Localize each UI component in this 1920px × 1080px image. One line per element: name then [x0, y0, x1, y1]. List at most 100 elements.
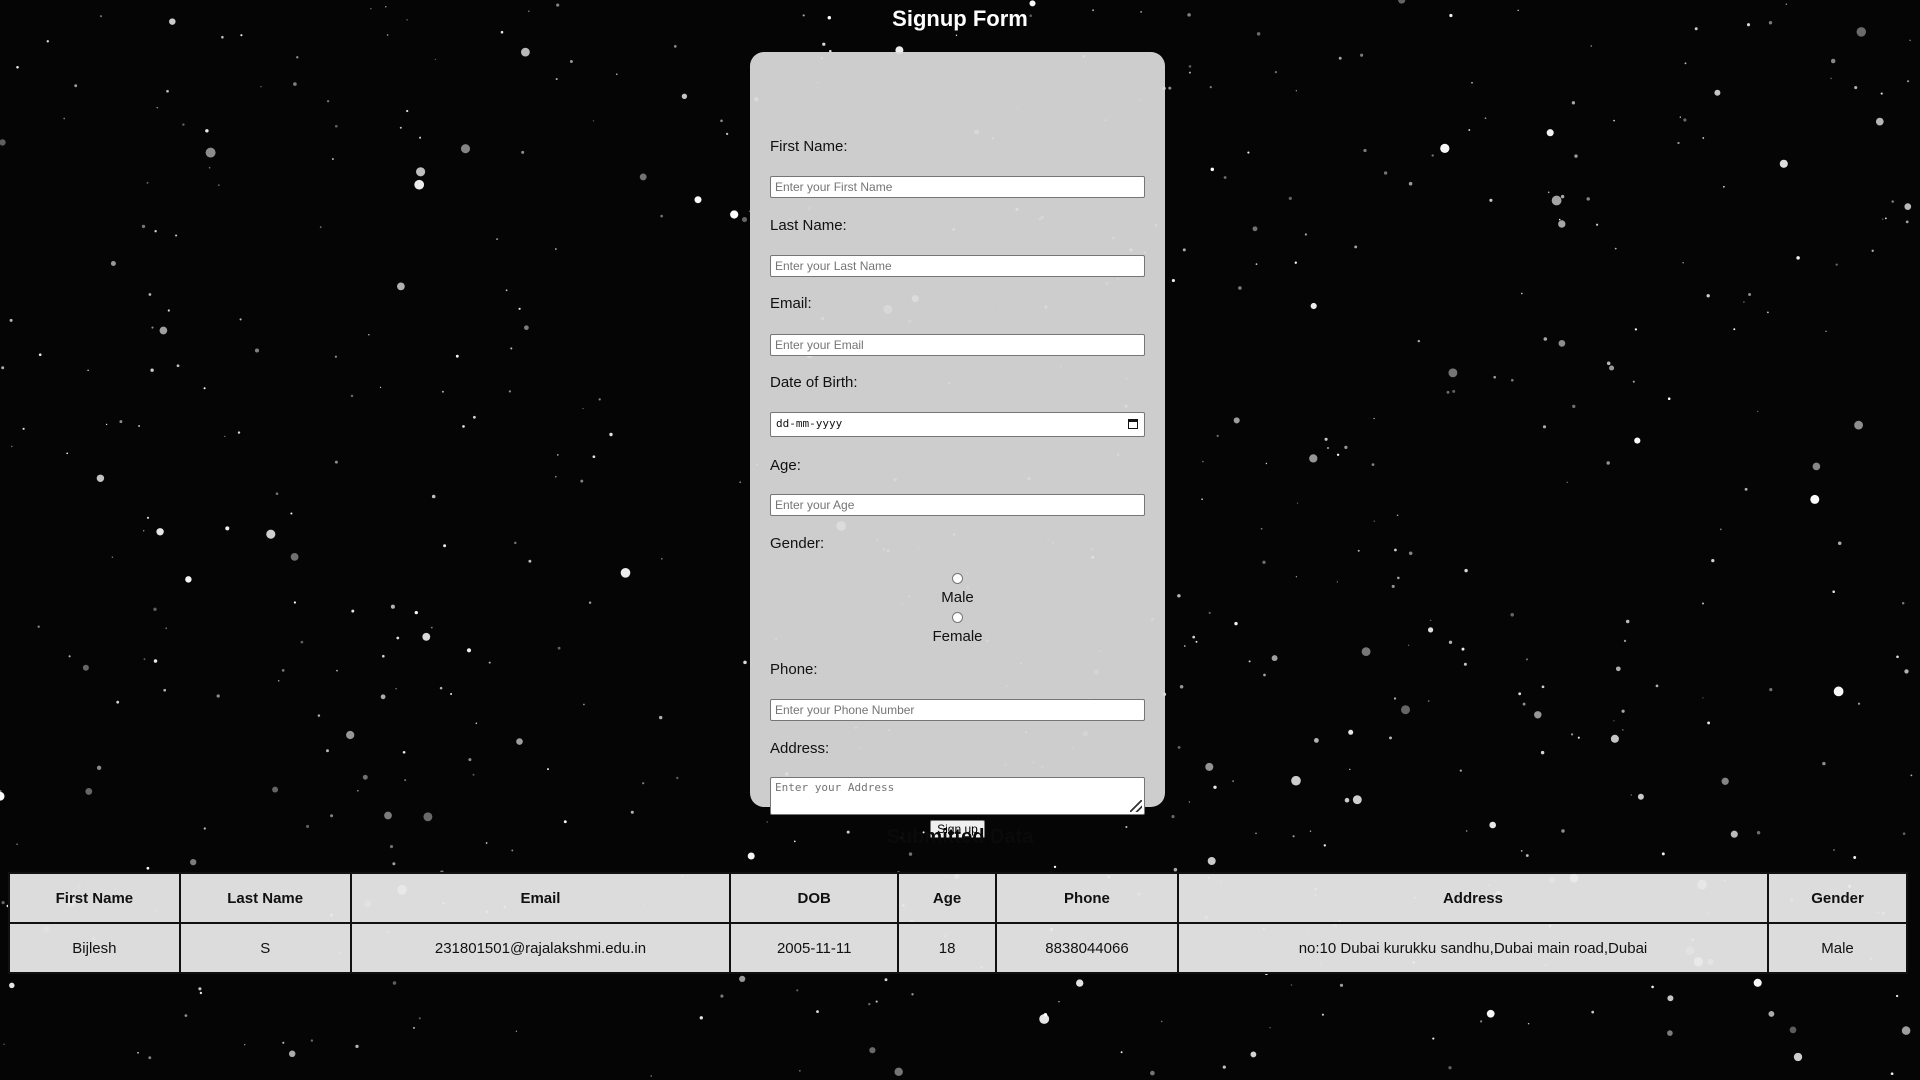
email-label: Email:	[770, 295, 812, 312]
dob-input[interactable]: dd-mm-yyyy	[770, 412, 1145, 437]
gender-female-radio[interactable]	[952, 612, 963, 623]
email-input[interactable]	[770, 334, 1145, 356]
star	[290, 512, 293, 515]
star	[1634, 437, 1641, 444]
table-header-row: First Name Last Name Email DOB Age Phone…	[8, 872, 1908, 924]
star	[1853, 856, 1857, 859]
star	[1464, 568, 1468, 573]
star	[1383, 171, 1388, 175]
star	[423, 812, 433, 822]
star	[1321, 1013, 1324, 1016]
star	[1188, 65, 1192, 68]
star	[1188, 801, 1191, 803]
first-name-input[interactable]	[770, 176, 1145, 198]
star	[1260, 527, 1263, 530]
star	[1394, 548, 1397, 552]
star	[510, 347, 513, 350]
age-input[interactable]	[770, 494, 1145, 516]
star	[290, 553, 299, 561]
star	[1274, 70, 1278, 74]
star	[216, 694, 220, 698]
star	[386, 34, 389, 36]
star	[639, 173, 647, 181]
star	[1184, 645, 1186, 647]
star	[185, 576, 192, 583]
star	[105, 423, 108, 426]
star	[395, 687, 397, 690]
star	[1543, 337, 1548, 341]
star	[1571, 101, 1576, 105]
star	[1637, 793, 1644, 800]
star	[1255, 263, 1258, 265]
star	[205, 147, 216, 158]
star	[1522, 702, 1526, 706]
star	[521, 47, 530, 57]
star	[96, 474, 105, 483]
star	[1349, 768, 1351, 771]
star	[592, 455, 596, 459]
star	[1613, 119, 1615, 122]
star	[528, 559, 532, 563]
star	[1525, 658, 1529, 661]
star	[1493, 375, 1496, 379]
star	[911, 993, 914, 996]
star	[351, 609, 355, 613]
last-name-label: Last Name:	[770, 217, 847, 234]
star	[1560, 194, 1565, 199]
star	[1871, 249, 1874, 252]
star	[798, 1069, 801, 1072]
star	[1810, 494, 1820, 504]
star	[650, 1075, 653, 1077]
star	[1310, 302, 1317, 310]
column-header: Email	[349, 872, 732, 924]
star	[1288, 196, 1292, 201]
star	[1429, 619, 1432, 622]
resize-handle-icon[interactable]	[1130, 800, 1142, 812]
star	[1373, 520, 1375, 522]
star	[1352, 795, 1362, 805]
star	[1486, 1009, 1495, 1018]
star	[1721, 777, 1729, 785]
star	[1344, 797, 1350, 803]
star	[1216, 434, 1219, 438]
star	[1719, 528, 1722, 531]
star	[1489, 198, 1493, 202]
star	[1625, 619, 1630, 624]
star	[1427, 627, 1434, 633]
star	[475, 722, 478, 725]
star	[1830, 77, 1832, 80]
star	[676, 776, 679, 780]
star	[1609, 365, 1615, 371]
star	[1213, 785, 1217, 789]
star	[68, 655, 71, 658]
last-name-input[interactable]	[770, 255, 1145, 277]
star	[237, 431, 241, 434]
star	[143, 530, 145, 532]
star	[1314, 738, 1319, 743]
star	[1551, 195, 1562, 206]
star	[569, 60, 573, 63]
star	[609, 432, 613, 437]
gender-male-radio[interactable]	[952, 573, 963, 584]
star	[296, 56, 299, 59]
address-textarea[interactable]: Enter your Address	[770, 777, 1145, 815]
star	[153, 659, 158, 663]
star	[392, 981, 397, 985]
star	[699, 1016, 703, 1020]
calendar-icon[interactable]	[1128, 419, 1138, 429]
star	[1427, 700, 1430, 702]
star	[1233, 417, 1240, 424]
star	[681, 93, 688, 99]
column-header: Gender	[1767, 872, 1908, 924]
star	[1632, 380, 1635, 383]
star	[277, 680, 280, 682]
star	[1291, 775, 1301, 786]
star	[1546, 129, 1554, 137]
star	[116, 700, 120, 704]
star	[119, 420, 123, 424]
star	[1655, 684, 1659, 688]
star	[1448, 1066, 1452, 1070]
gender-label: Gender:	[770, 535, 825, 552]
star	[163, 688, 167, 692]
phone-input[interactable]	[770, 699, 1145, 721]
